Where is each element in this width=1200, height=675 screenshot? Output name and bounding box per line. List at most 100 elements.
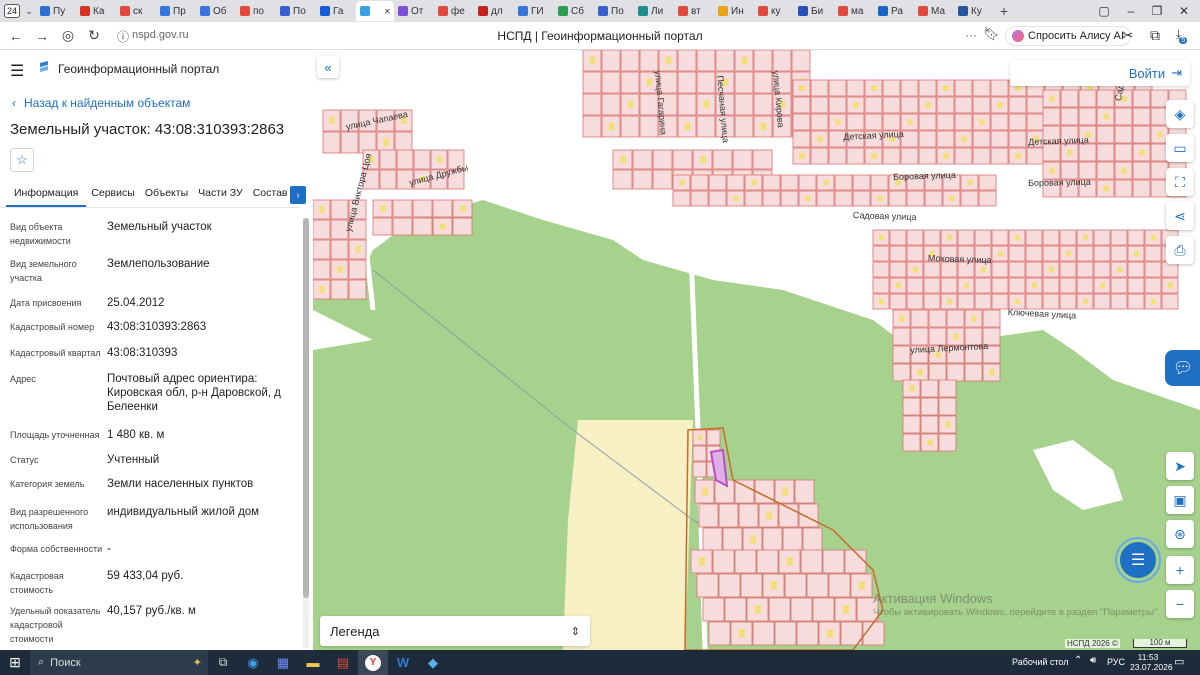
parcel[interactable] [972,130,991,148]
parcel[interactable] [1132,107,1151,126]
parcel[interactable] [792,96,811,114]
parcel[interactable] [753,50,773,72]
parcel[interactable] [413,149,431,170]
parcel[interactable] [991,229,1009,246]
calendar-app-icon[interactable]: ▤ [328,655,358,671]
sidebar-scrollbar[interactable] [303,218,309,648]
parcel[interactable] [753,93,773,116]
parcel[interactable] [1093,261,1111,278]
parcel[interactable] [601,50,621,72]
parcel[interactable] [834,190,853,207]
parcel[interactable] [1076,277,1094,294]
parcel[interactable] [920,397,939,416]
parcel[interactable] [889,245,907,262]
edge-icon[interactable]: ◉ [238,655,268,671]
parcel[interactable] [698,503,719,528]
parcel[interactable] [872,261,890,278]
word-icon[interactable]: W [388,655,418,670]
parcel[interactable] [692,445,707,462]
parcel[interactable] [1132,161,1151,180]
parcel[interactable] [1127,261,1145,278]
parcel[interactable] [396,149,414,170]
parcel[interactable] [782,527,803,552]
parcel[interactable] [1132,89,1151,108]
parcel[interactable] [888,190,907,207]
parcel[interactable] [990,79,1009,97]
parcel[interactable] [852,190,871,207]
parcel[interactable] [432,199,453,218]
parcel[interactable] [882,96,901,114]
parcel[interactable] [1026,96,1045,114]
parcel[interactable] [726,174,745,191]
map-canvas[interactable]: улица Чапаева улица Дружбы улица Виктора Ц… [313,50,1200,650]
clock[interactable]: 11:53 23.07.2026 [1130,652,1173,672]
language-indicator[interactable]: РУС [1107,657,1125,667]
parcel[interactable] [906,245,924,262]
task-view-icon[interactable]: ⧉ [208,655,238,670]
browser-tab[interactable]: ✕ [356,1,394,21]
parcel[interactable] [852,174,871,191]
file-explorer-icon[interactable]: ▬ [298,655,328,670]
browser-tab[interactable]: ма [834,1,874,21]
parcel[interactable] [330,279,349,300]
parcel[interactable] [792,130,811,148]
parcel[interactable] [768,597,791,622]
parcel[interactable] [752,149,773,170]
print-button[interactable]: ⎙ [1166,236,1194,264]
login-button[interactable]: Войти ⇥ [1010,60,1190,86]
parcel[interactable] [889,229,907,246]
parcel[interactable] [828,147,847,165]
parcel[interactable] [372,217,393,236]
parcel[interactable] [902,397,921,416]
support-chat-tab[interactable]: 💬︎ [1165,350,1200,386]
parcel[interactable] [740,573,763,598]
parcel[interactable] [672,190,691,207]
parcel[interactable] [1110,229,1128,246]
puzzle-extension-icon[interactable]: ⧉ [1150,27,1160,44]
parcel[interactable] [802,527,823,552]
parcel[interactable] [452,217,473,236]
parcel[interactable] [906,190,925,207]
store-icon[interactable]: ▦ [268,655,298,671]
parcel[interactable] [1042,143,1061,162]
parcel[interactable] [923,293,941,310]
parcel[interactable] [822,549,845,574]
parcel[interactable] [889,293,907,310]
parcel[interactable] [652,169,673,190]
layers-button[interactable]: ◈ [1166,100,1194,128]
browser-tab[interactable]: От [394,1,434,21]
collapse-panel-button[interactable]: « [317,56,339,78]
parcel[interactable] [732,149,753,170]
parcel[interactable] [330,239,349,260]
parcel[interactable] [348,259,367,280]
parcel[interactable] [1025,245,1043,262]
parcel[interactable] [1008,130,1027,148]
bookmark-icon[interactable]: 🔖︎ [983,26,1000,42]
parcel[interactable] [990,130,1009,148]
parcel[interactable] [918,79,937,97]
parcel[interactable] [924,190,943,207]
parcel[interactable] [392,217,413,236]
parcel[interactable] [582,71,602,94]
parcel[interactable] [1026,147,1045,165]
parcel[interactable] [790,597,813,622]
parcel[interactable] [756,549,779,574]
parcel[interactable] [1096,125,1115,144]
parcel[interactable] [1110,293,1128,310]
parcel[interactable] [810,113,829,131]
parcel[interactable] [800,549,823,574]
parcel[interactable] [718,503,739,528]
parcel[interactable] [696,71,716,94]
parcel[interactable] [632,149,653,170]
browser-tab[interactable]: по [236,1,276,21]
parcel[interactable] [734,115,754,138]
app-cube-icon[interactable]: ◆ [418,655,448,671]
more-options-icon[interactable]: ··· [965,28,977,42]
parcel[interactable] [960,190,979,207]
browser-tab[interactable]: ГИ [514,1,554,21]
parcel[interactable] [734,549,757,574]
download-icon[interactable]: ⤓5 [1176,27,1189,44]
parcel[interactable] [330,199,349,220]
parcel[interactable] [1144,277,1162,294]
parcel[interactable] [715,50,735,72]
